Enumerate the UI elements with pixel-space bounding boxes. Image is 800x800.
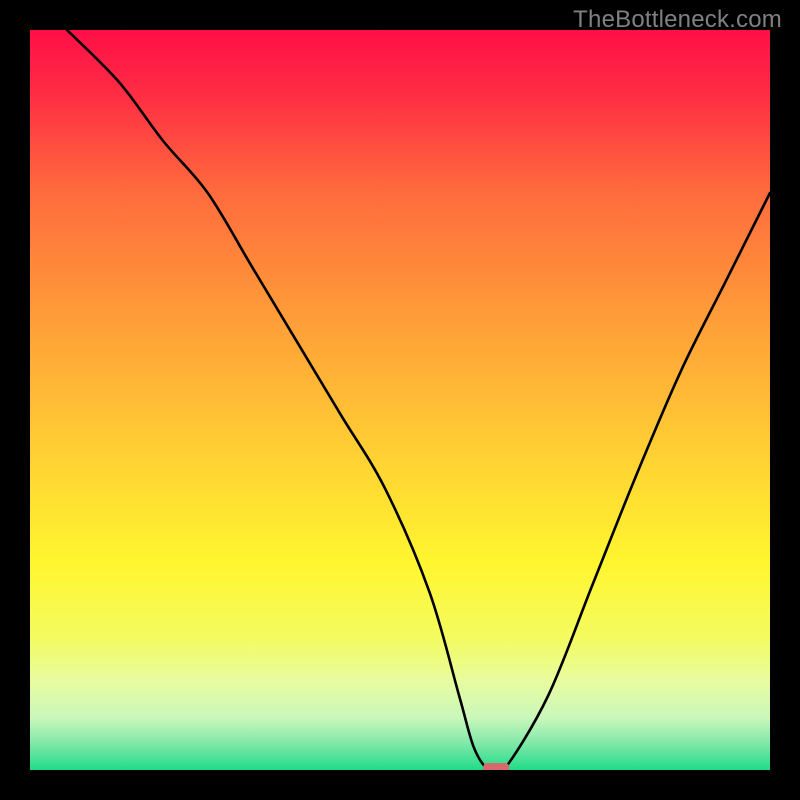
- chart-frame: TheBottleneck.com: [0, 0, 800, 800]
- watermark-text: TheBottleneck.com: [573, 6, 782, 34]
- gradient-background: [30, 30, 770, 770]
- bottleneck-chart: [30, 30, 770, 770]
- plot-area: [30, 30, 770, 770]
- optimal-marker: [483, 763, 509, 770]
